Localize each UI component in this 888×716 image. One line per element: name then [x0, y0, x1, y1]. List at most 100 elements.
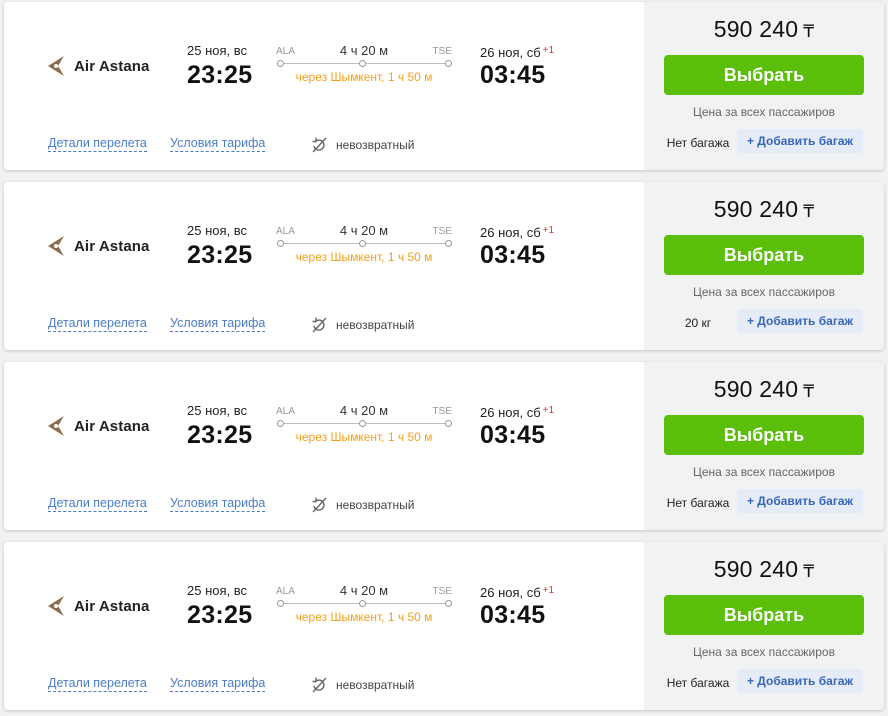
arrival-date: 26 ноя, сб [480, 585, 541, 600]
tariff-conditions-link[interactable]: Условия тарифа [170, 496, 266, 512]
flight-details-link[interactable]: Детали перелета [48, 136, 147, 152]
price: 590 240 ₸ [644, 16, 884, 43]
stopover-info: через Шымкент, 1 ч 50 м [295, 70, 433, 84]
next-day-badge: +1 [542, 45, 555, 56]
airline: Air Astana [46, 234, 149, 258]
flight-card: Air Astana 25 ноя, вс 23:25 ALA 4 ч 20 м… [4, 182, 884, 350]
select-button[interactable]: Выбрать [664, 235, 864, 275]
route-dot-destination [445, 60, 452, 67]
departure-time: 23:25 [187, 61, 253, 89]
arrival-date-row: 26 ноя, сб +1 [480, 43, 555, 60]
add-baggage-button[interactable]: + Добавить багаж [737, 489, 863, 513]
departure: 25 ноя, вс 23:25 [187, 583, 252, 630]
route: ALA 4 ч 20 м TSE через Шымкент, 1 ч 50 м [276, 403, 452, 453]
flight-details-link[interactable]: Детали перелета [48, 496, 147, 512]
flight-duration: 4 ч 20 м [339, 223, 389, 238]
airline: Air Astana [46, 594, 149, 618]
arrival-date: 26 ноя, сб [480, 45, 541, 60]
route-dot-stop [359, 60, 366, 67]
add-baggage-button[interactable]: + Добавить багаж [737, 669, 863, 693]
airline-name: Air Astana [74, 57, 150, 75]
flight-details-link[interactable]: Детали перелета [48, 316, 147, 332]
airline-name: Air Astana [74, 417, 150, 435]
route-dot-destination [445, 420, 452, 427]
refund-status: невозвратный [310, 316, 415, 334]
baggage-status: Нет багажа [666, 136, 730, 150]
arrival: 26 ноя, сб +1 03:45 [480, 223, 554, 270]
non-refundable-icon [312, 137, 327, 153]
route: ALA 4 ч 20 м TSE через Шымкент, 1 ч 50 м [276, 223, 452, 273]
stopover-info: через Шымкент, 1 ч 50 м [295, 430, 433, 444]
price-panel: 590 240 ₸ Выбрать Цена за всех пассажиров… [644, 542, 884, 710]
route-dot-stop [359, 240, 366, 247]
arrival-date: 26 ноя, сб [480, 405, 541, 420]
air-astana-logo-icon [48, 56, 64, 76]
tariff-conditions-link[interactable]: Условия тарифа [170, 136, 266, 152]
price-amount: 590 240 [713, 556, 799, 582]
arrival-time: 03:45 [480, 61, 546, 89]
route-dot-destination [445, 600, 452, 607]
destination-code: TSE [432, 406, 452, 417]
select-button[interactable]: Выбрать [664, 415, 864, 455]
tariff-conditions-link[interactable]: Условия тарифа [170, 676, 266, 692]
price-amount: 590 240 [713, 376, 799, 402]
arrival-date-row: 26 ноя, сб +1 [480, 223, 554, 240]
stopover-info: через Шымкент, 1 ч 50 м [295, 250, 433, 264]
select-button[interactable]: Выбрать [664, 55, 864, 95]
currency-symbol: ₸ [803, 22, 815, 41]
price-note: Цена за всех пассажиров [693, 645, 835, 659]
refund-label: невозвратный [336, 498, 415, 512]
non-refundable-icon [312, 497, 327, 513]
add-baggage-button[interactable]: + Добавить багаж [737, 129, 863, 153]
flight-duration: 4 ч 20 м [339, 583, 389, 598]
departure-time: 23:25 [187, 601, 253, 629]
arrival-time: 03:45 [480, 601, 546, 629]
route-dot-origin [277, 60, 284, 67]
price-note: Цена за всех пассажиров [693, 465, 835, 479]
route-dot-origin [277, 420, 284, 427]
flight-card: Air Astana 25 ноя, вс 23:25 ALA 4 ч 20 м… [4, 2, 884, 170]
arrival-date-row: 26 ноя, сб +1 [480, 403, 555, 420]
flight-card: Air Astana 25 ноя, вс 23:25 ALA 4 ч 20 м… [4, 542, 884, 710]
airline: Air Astana [46, 54, 149, 78]
stopover-info: через Шымкент, 1 ч 50 м [295, 610, 433, 624]
route-dot-stop [359, 420, 366, 427]
refund-label: невозвратный [336, 318, 415, 332]
non-refundable-icon [312, 317, 327, 333]
refund-label: невозвратный [336, 138, 415, 152]
route-dot-origin [277, 600, 284, 607]
air-astana-logo-icon [48, 236, 64, 256]
currency-symbol: ₸ [803, 202, 815, 221]
price: 590 240 ₸ [644, 556, 884, 583]
arrival: 26 ноя, сб +1 03:45 [480, 403, 554, 450]
tariff-conditions-link[interactable]: Условия тарифа [170, 316, 266, 332]
price-panel: 590 240 ₸ Выбрать Цена за всех пассажиров… [644, 362, 884, 530]
departure: 25 ноя, вс 23:25 [187, 403, 252, 450]
price-amount: 590 240 [713, 16, 799, 42]
add-baggage-button[interactable]: + Добавить багаж [737, 309, 863, 333]
flight-duration: 4 ч 20 м [339, 403, 389, 418]
baggage-status: Нет багажа [666, 496, 730, 510]
price-note: Цена за всех пассажиров [693, 285, 835, 299]
departure-date: 25 ноя, вс [187, 583, 248, 598]
price-note: Цена за всех пассажиров [693, 105, 835, 119]
departure: 25 ноя, вс 23:25 [187, 223, 252, 270]
flight-results-list: Air Astana 25 ноя, вс 23:25 ALA 4 ч 20 м… [0, 0, 888, 716]
route: ALA 4 ч 20 м TSE через Шымкент, 1 ч 50 м [276, 43, 452, 93]
arrival: 26 ноя, сб +1 03:45 [480, 583, 554, 630]
arrival-date-row: 26 ноя, сб +1 [480, 583, 555, 600]
destination-code: TSE [432, 46, 452, 57]
flight-details-link[interactable]: Детали перелета [48, 676, 147, 692]
departure-date: 25 ноя, вс [187, 43, 248, 58]
next-day-badge: +1 [542, 405, 555, 416]
route-dot-stop [359, 600, 366, 607]
departure-time: 23:25 [187, 421, 253, 449]
refund-status: невозвратный [310, 136, 415, 154]
departure-time: 23:25 [187, 241, 253, 269]
next-day-badge: +1 [542, 585, 555, 596]
select-button[interactable]: Выбрать [664, 595, 864, 635]
baggage-status: Нет багажа [666, 676, 730, 690]
refund-label: невозвратный [336, 678, 415, 692]
price-panel: 590 240 ₸ Выбрать Цена за всех пассажиров… [644, 182, 884, 350]
arrival-time: 03:45 [480, 421, 546, 449]
